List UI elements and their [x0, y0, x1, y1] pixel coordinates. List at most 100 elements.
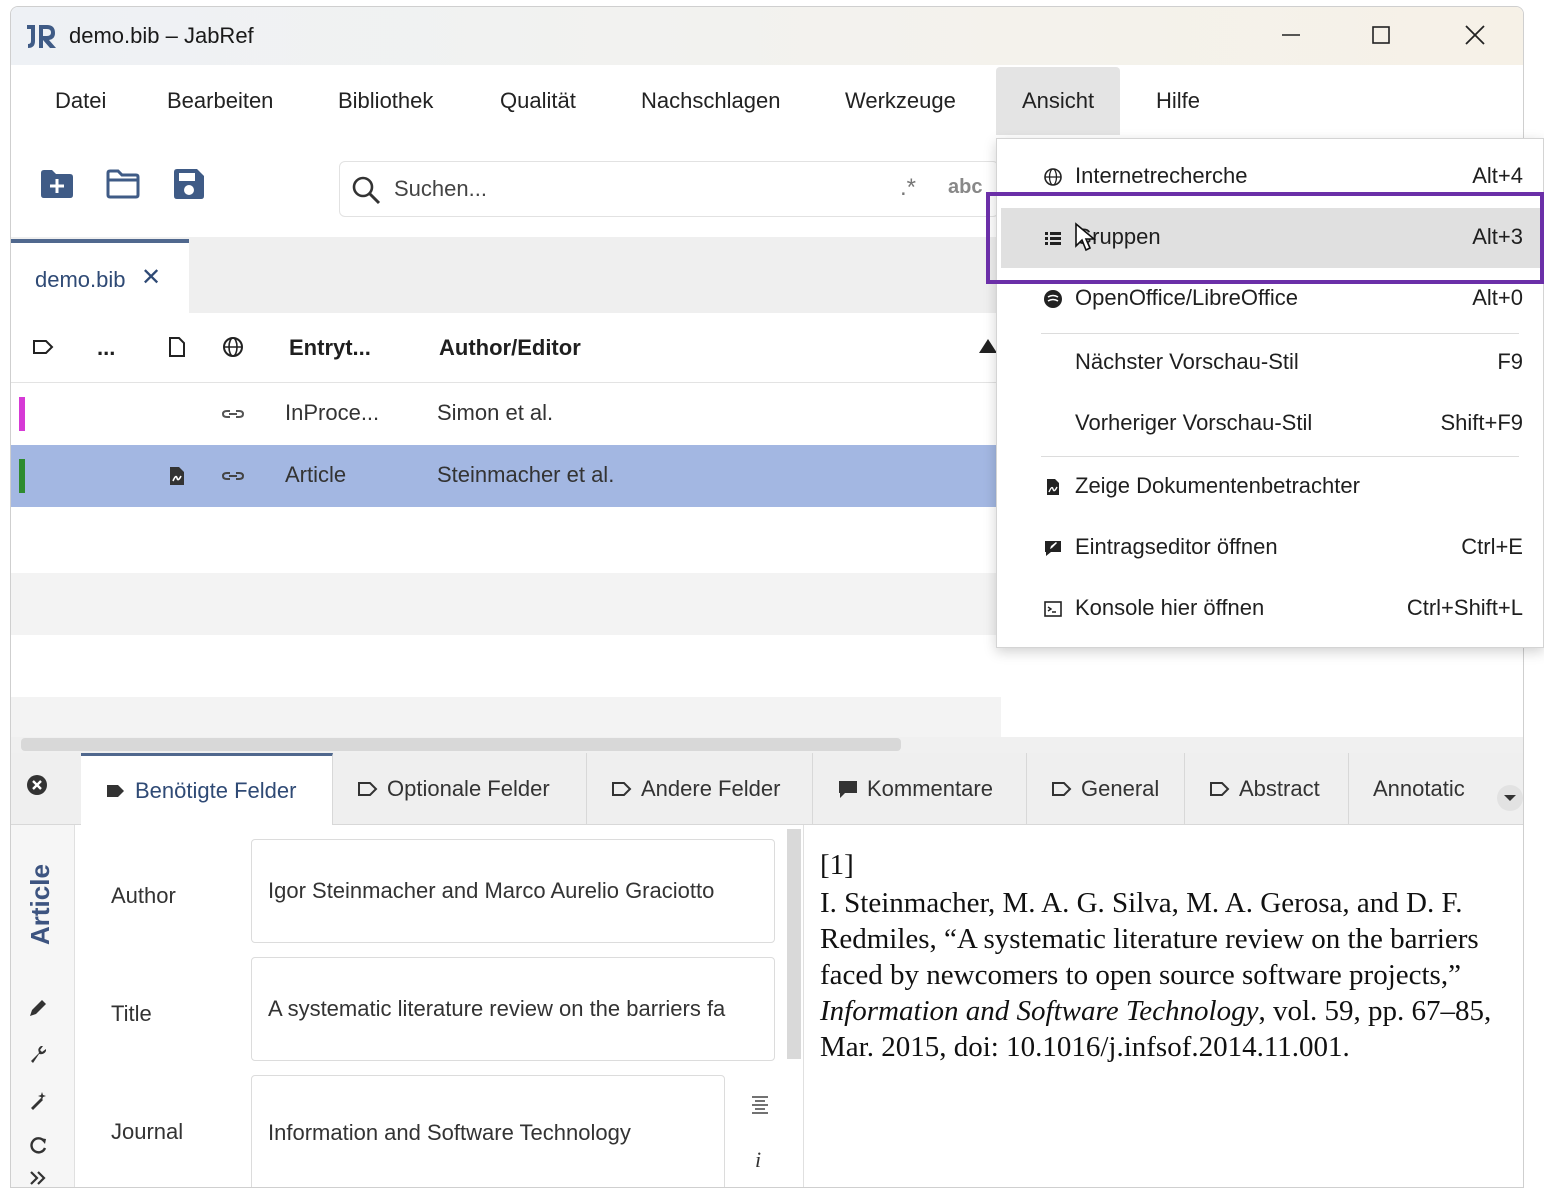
pencil-icon[interactable]: [27, 997, 49, 1019]
list-icon: [1045, 232, 1061, 245]
citation-text: I. Steinmacher, M. A. G. Silva, M. A. Ge…: [820, 885, 1516, 1065]
author-value: Igor Steinmacher and Marco Aurelio Graci…: [268, 878, 715, 903]
console-icon: [1044, 601, 1062, 617]
fields-scrollbar[interactable]: [787, 829, 801, 1059]
maximize-button[interactable]: [1357, 15, 1405, 55]
more-icon[interactable]: ...: [97, 335, 115, 361]
tab-other-fields[interactable]: Andere Felder: [587, 753, 813, 825]
menu-item-document-viewer[interactable]: Zeige Dokumentenbetrachter: [1001, 457, 1541, 517]
entry-type-label: Article: [25, 864, 55, 945]
refresh-icon[interactable]: [27, 1135, 49, 1157]
group-color-marker: [19, 397, 25, 431]
menu-item-internetrecherche[interactable]: Internetrecherche Alt+4: [1001, 147, 1541, 207]
tab-label: Benötigte Felder: [135, 777, 297, 803]
menu-item-openoffice[interactable]: OpenOffice/LibreOffice Alt+0: [1001, 269, 1541, 329]
journal-value: Information and Software Technology: [268, 1120, 631, 1145]
search-input[interactable]: [394, 172, 874, 206]
link-icon[interactable]: [221, 402, 245, 426]
tab-label: Annotatic: [1373, 776, 1465, 801]
globe-icon: [1044, 168, 1062, 186]
menu-bibliothek[interactable]: Bibliothek: [312, 67, 459, 135]
web-icon[interactable]: [221, 335, 245, 359]
menu-qualitaet[interactable]: Qualität: [474, 67, 602, 135]
menu-datei[interactable]: Datei: [29, 67, 132, 135]
citation-number: [1]: [820, 849, 854, 881]
citation-preview: [1] I. Steinmacher, M. A. G. Silva, M. A…: [803, 825, 1523, 1187]
tag-icon: [612, 782, 632, 796]
tab-comments[interactable]: Kommentare: [813, 753, 1027, 825]
table-row[interactable]: InProce... Simon et al.: [11, 383, 1001, 445]
info-icon[interactable]: i: [755, 1147, 761, 1173]
table-row-selected[interactable]: Article Steinmacher et al.: [11, 445, 1001, 507]
double-chevron-right-icon[interactable]: [27, 1167, 49, 1188]
save-icon[interactable]: [171, 167, 207, 201]
menu-nachschlagen[interactable]: Nachschlagen: [615, 67, 806, 135]
minimize-button[interactable]: [1267, 15, 1315, 55]
tab-optional-fields[interactable]: Optionale Felder: [333, 753, 587, 825]
menu-item-shortcut: Alt+3: [1472, 224, 1523, 249]
field-label-journal: Journal: [111, 1119, 184, 1144]
entry-type-cell: InProce...: [285, 400, 380, 425]
search-box: .* abc: [339, 161, 999, 217]
author-field[interactable]: Igor Steinmacher and Marco Aurelio Graci…: [251, 839, 775, 943]
comment-icon: [839, 781, 857, 798]
open-library-icon[interactable]: [105, 167, 141, 201]
menu-item-label: Zeige Dokumentenbetrachter: [1075, 473, 1360, 498]
link-icon[interactable]: [221, 464, 245, 488]
journal-field[interactable]: Information and Software Technology: [251, 1075, 725, 1187]
tab-required-fields[interactable]: Benötigte Felder: [81, 753, 333, 825]
menu-item-label: Eintragseditor öffnen: [1075, 534, 1278, 559]
wrench-icon[interactable]: [27, 1043, 49, 1065]
title-field[interactable]: A systematic literature review on the ba…: [251, 957, 775, 1061]
close-window-button[interactable]: [1451, 15, 1499, 55]
magic-wand-icon[interactable]: [27, 1089, 49, 1111]
file-icon[interactable]: [165, 335, 189, 359]
menu-item-shortcut: Alt+4: [1472, 163, 1523, 188]
column-entrytype[interactable]: Entryt...: [289, 335, 371, 361]
tag-icon: [358, 782, 378, 796]
scrollbar-thumb[interactable]: [21, 738, 901, 751]
menu-item-open-entry-editor[interactable]: Eintragseditor öffnen Ctrl+E: [1001, 518, 1541, 578]
menu-item-label: Konsole hier öffnen: [1075, 595, 1265, 620]
case-sensitive-icon[interactable]: abc: [948, 176, 982, 199]
view-menu-dropdown: Internetrecherche Alt+4 Gruppen Alt+3 Op…: [996, 138, 1544, 648]
close-editor-icon[interactable]: [25, 773, 49, 797]
group-color-marker: [19, 459, 25, 493]
tab-label: General: [1081, 776, 1160, 801]
tab-annotations[interactable]: Annotatic: [1349, 753, 1493, 825]
menu-item-shortcut: Ctrl+Shift+L: [1406, 595, 1523, 620]
tab-overflow-button[interactable]: [1497, 785, 1523, 811]
pdf-file-icon[interactable]: [165, 464, 189, 488]
close-icon: [1465, 25, 1485, 45]
maximize-icon: [1372, 26, 1390, 44]
menu-item-label: Nächster Vorschau-Stil: [1075, 349, 1299, 374]
menu-hilfe[interactable]: Hilfe: [1130, 67, 1226, 135]
menu-item-next-preview-style[interactable]: Nächster Vorschau-Stil F9: [1001, 333, 1541, 393]
menu-item-label: Vorheriger Vorschau-Stil: [1075, 410, 1313, 435]
menu-werkzeuge[interactable]: Werkzeuge: [819, 67, 982, 135]
author-cell: Steinmacher et al.: [437, 462, 615, 487]
library-tab-label: demo.bib: [35, 267, 126, 292]
regex-icon[interactable]: .*: [900, 174, 916, 202]
field-label-title: Title: [111, 1001, 152, 1026]
menu-ansicht[interactable]: Ansicht: [996, 67, 1121, 135]
tab-abstract[interactable]: Abstract: [1185, 753, 1349, 825]
library-tab[interactable]: demo.bib ✕: [11, 239, 189, 313]
tab-label: Kommentare: [867, 776, 993, 801]
column-author-editor[interactable]: Author/Editor: [439, 335, 581, 361]
tag-filled-icon: [107, 784, 124, 797]
menu-item-open-console[interactable]: Konsole hier öffnen Ctrl+Shift+L: [1001, 579, 1541, 639]
menu-bearbeiten[interactable]: Bearbeiten: [141, 67, 299, 135]
menu-item-shortcut: Ctrl+E: [1461, 534, 1523, 559]
tab-general[interactable]: General: [1027, 753, 1185, 825]
group-icon[interactable]: [31, 335, 55, 359]
new-library-icon[interactable]: [39, 167, 75, 201]
pdf-icon: [1047, 479, 1059, 495]
title-bar: demo.bib – JabRef: [11, 7, 1523, 65]
sort-ascending-icon[interactable]: [979, 339, 997, 353]
format-icon[interactable]: [749, 1093, 771, 1115]
entry-editor-tabs: Benötigte Felder Optionale Felder Andere…: [11, 753, 1523, 825]
menu-item-previous-preview-style[interactable]: Vorheriger Vorschau-Stil Shift+F9: [1001, 394, 1541, 454]
title-value: A systematic literature review on the ba…: [268, 996, 726, 1021]
library-tab-close-icon[interactable]: ✕: [141, 263, 161, 292]
